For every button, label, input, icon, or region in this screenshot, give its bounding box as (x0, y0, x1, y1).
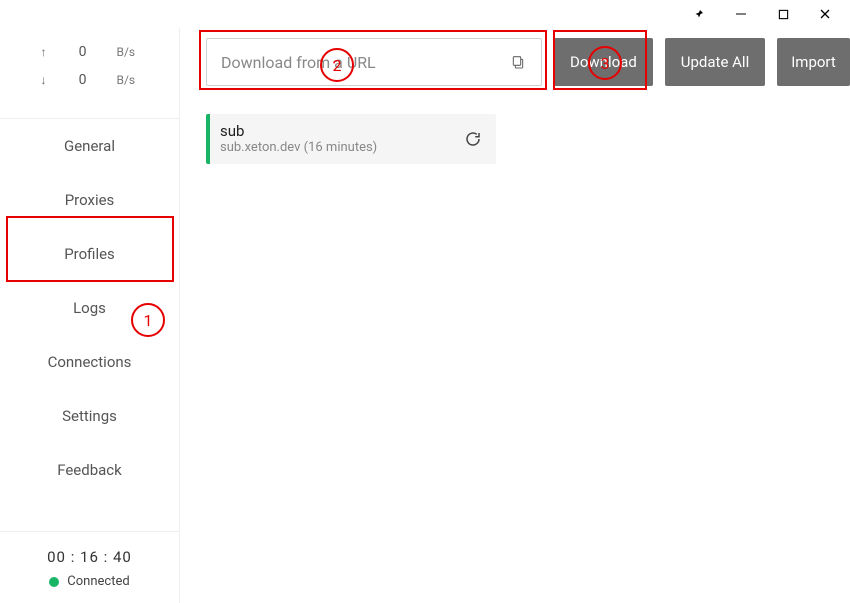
button-label: Download (570, 53, 637, 71)
nav-label: Settings (62, 407, 117, 425)
nav-label: General (64, 137, 115, 155)
nav-item-profiles[interactable]: Profiles (0, 227, 179, 281)
button-label: Update All (681, 53, 749, 71)
upload-speed-row: ↑ 0 B/s (0, 38, 179, 66)
nav-label: Logs (73, 299, 106, 317)
url-input-box[interactable] (206, 38, 542, 86)
close-button[interactable] (804, 0, 846, 28)
upload-speed-value: 0 (73, 44, 93, 60)
url-input[interactable] (221, 53, 505, 72)
paste-icon[interactable] (505, 49, 531, 75)
nav-item-general[interactable]: General (0, 119, 179, 173)
nav-label: Profiles (64, 245, 115, 263)
nav-item-logs[interactable]: Logs (0, 281, 179, 335)
status-dot-icon (49, 577, 59, 587)
update-all-button[interactable]: Update All (665, 38, 765, 86)
minimize-button[interactable] (720, 0, 762, 28)
arrow-up-icon: ↑ (39, 45, 49, 59)
sidebar: ↑ 0 B/s ↓ 0 B/s General Proxies Profiles… (0, 28, 180, 603)
profile-card[interactable]: sub sub.xeton.dev (16 minutes) (206, 114, 496, 164)
profile-name: sub (220, 122, 454, 140)
download-speed-row: ↓ 0 B/s (0, 66, 179, 94)
download-button[interactable]: Download (554, 38, 653, 86)
download-speed-unit: B/s (117, 73, 141, 87)
window-titlebar (0, 0, 850, 28)
nav-item-settings[interactable]: Settings (0, 389, 179, 443)
refresh-icon[interactable] (462, 128, 484, 150)
import-button[interactable]: Import (777, 38, 850, 86)
nav: General Proxies Profiles Logs Connection… (0, 118, 179, 497)
download-speed-value: 0 (73, 72, 93, 88)
nav-label: Feedback (57, 461, 122, 479)
status-time: 00 : 16 : 40 (47, 548, 132, 566)
nav-label: Connections (48, 353, 132, 371)
button-label: Import (791, 53, 836, 71)
nav-item-proxies[interactable]: Proxies (0, 173, 179, 227)
status-block: 00 : 16 : 40 Connected (0, 531, 179, 603)
pin-icon[interactable] (678, 0, 720, 28)
nav-item-feedback[interactable]: Feedback (0, 443, 179, 497)
speed-block: ↑ 0 B/s ↓ 0 B/s (0, 28, 179, 112)
nav-label: Proxies (65, 191, 115, 209)
maximize-button[interactable] (762, 0, 804, 28)
status-label: Connected (67, 574, 129, 589)
status-connection: Connected (49, 574, 129, 589)
main-content: Download Update All Import sub sub.xeton… (180, 28, 850, 603)
arrow-down-icon: ↓ (39, 73, 49, 87)
nav-item-connections[interactable]: Connections (0, 335, 179, 389)
upload-speed-unit: B/s (117, 45, 141, 59)
profile-info: sub sub.xeton.dev (16 minutes) (210, 116, 462, 163)
profile-meta: sub.xeton.dev (16 minutes) (220, 140, 454, 157)
toolbar: Download Update All Import (206, 38, 824, 86)
